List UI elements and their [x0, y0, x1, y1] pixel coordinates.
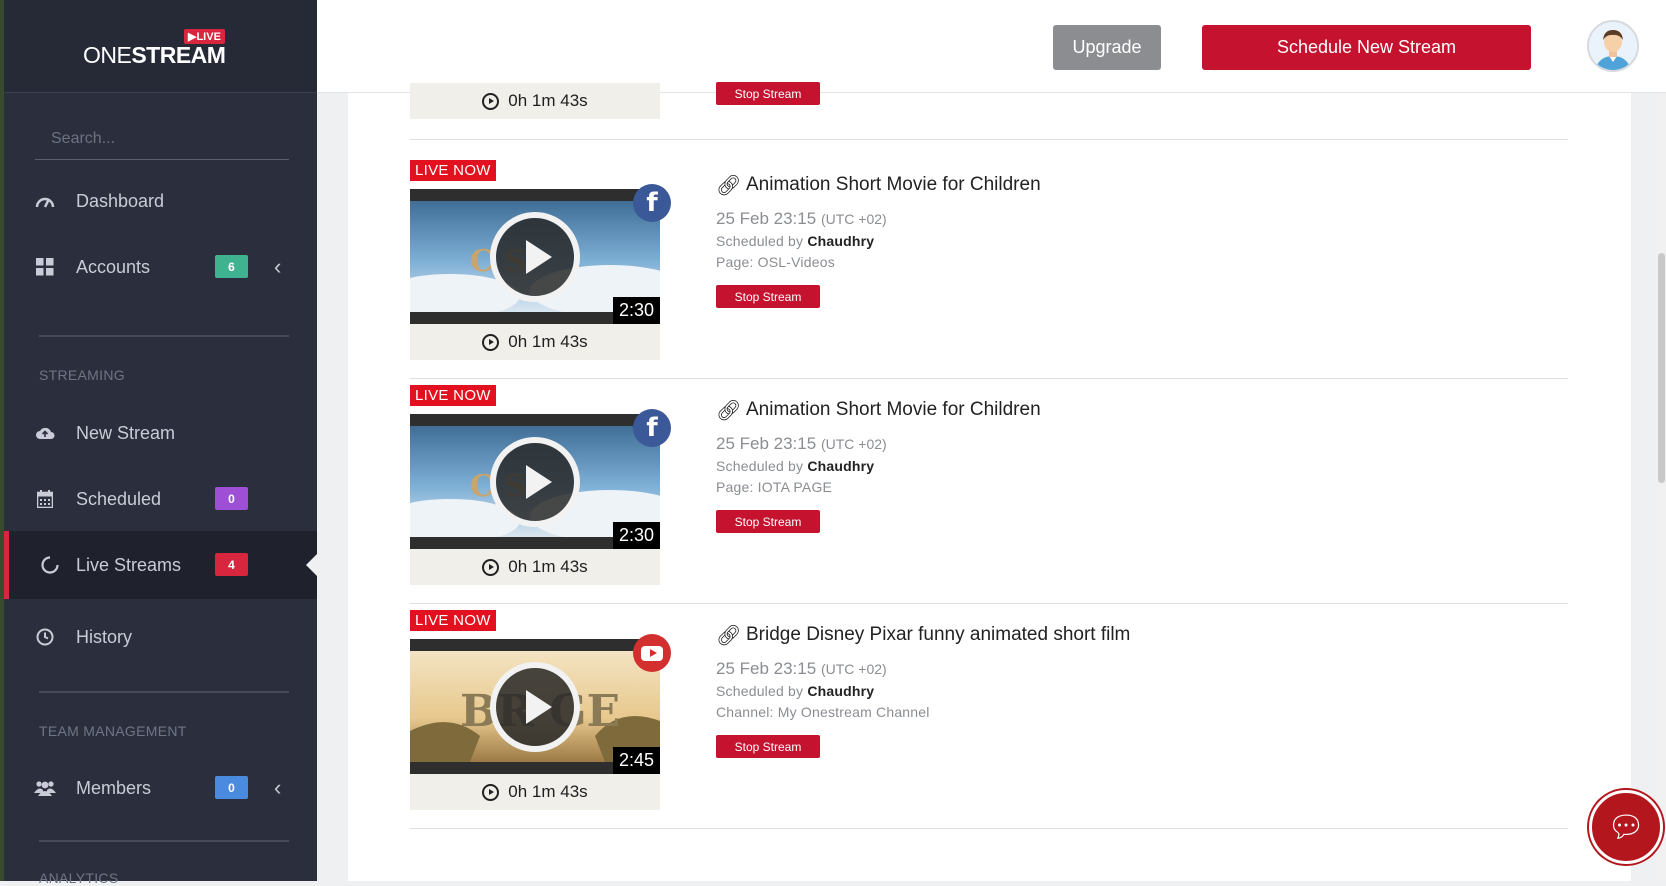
scheduled-by: Scheduled by Chaudhry — [716, 233, 875, 249]
grid-icon — [34, 256, 56, 278]
sidebar-divider — [39, 335, 289, 337]
sidebar-item-label: Dashboard — [76, 190, 165, 211]
scrollbar-thumb[interactable] — [1658, 253, 1665, 483]
play-button[interactable] — [490, 437, 580, 527]
facebook-icon: f — [633, 409, 671, 447]
stream-row: LIVE NOW BR GE 2:45 0h 1m 43s 🔗︎ — [410, 590, 1568, 829]
live-now-badge: LIVE NOW — [410, 160, 496, 181]
section-streaming: STREAMING — [39, 367, 125, 383]
stop-stream-button[interactable]: Stop Stream — [716, 82, 820, 105]
video-duration: 2:45 — [612, 747, 660, 774]
live-streams-count-badge: 4 — [215, 553, 248, 576]
stream-info: 🔗︎ Animation Short Movie for Children 25… — [716, 395, 1041, 533]
stream-row: LIVE NOW C S 2:30 f 0h 1m 43s — [410, 365, 1568, 604]
video-thumbnail[interactable]: C S 2:30 — [410, 189, 660, 324]
elapsed-time: 0h 1m 43s — [410, 549, 660, 585]
play-circle-icon — [482, 783, 500, 801]
sidebar-item-new-stream[interactable]: New Stream — [4, 399, 317, 467]
play-circle-icon — [482, 92, 500, 110]
stream-row: LIVE NOW C S 2:30 f 0h 1m 43s — [410, 140, 1568, 379]
elapsed-time: 0h 1m 43s — [410, 774, 660, 810]
live-streams-panel: 0h 1m 43s Stop Stream LIVE NOW C S 2:30 — [348, 82, 1631, 881]
sidebar-item-label: Scheduled — [76, 488, 162, 509]
video-duration: 2:30 — [612, 522, 660, 549]
sidebar-item-label: Members — [76, 777, 152, 798]
schedule-new-stream-button[interactable]: Schedule New Stream — [1202, 25, 1531, 70]
stream-title[interactable]: Animation Short Movie for Children — [746, 399, 1041, 421]
play-button[interactable] — [490, 662, 580, 752]
sidebar-item-history[interactable]: History — [4, 603, 317, 671]
stop-stream-button[interactable]: Stop Stream — [716, 510, 820, 533]
link-icon[interactable]: 🔗︎ — [716, 623, 746, 647]
chevron-left-icon[interactable]: ‹ — [274, 254, 281, 280]
destination-page: Page: OSL-Videos — [716, 254, 835, 270]
scheduled-by: Scheduled by Chaudhry — [716, 683, 875, 699]
link-icon[interactable]: 🔗︎ — [716, 398, 746, 422]
play-circle-icon — [482, 333, 500, 351]
sidebar-divider — [39, 840, 289, 842]
sidebar: ▶LIVE ONESTREAM Dashboard Accounts 6 ‹ S… — [0, 0, 318, 886]
sidebar-item-dashboard[interactable]: Dashboard — [4, 167, 317, 235]
search-box — [35, 118, 289, 160]
link-icon[interactable]: 🔗︎ — [716, 173, 746, 197]
destination-page: Page: IOTA PAGE — [716, 479, 833, 495]
facebook-icon: f — [633, 184, 671, 222]
scheduled-by: Scheduled by Chaudhry — [716, 458, 875, 474]
stream-title[interactable]: Animation Short Movie for Children — [746, 174, 1041, 196]
elapsed-time: 0h 1m 43s — [410, 83, 660, 119]
live-now-badge: LIVE NOW — [410, 385, 496, 406]
cloud-upload-icon — [34, 422, 56, 444]
chat-bubble-icon[interactable]: 💬︎ — [1589, 790, 1663, 864]
scheduled-count-badge: 0 — [215, 487, 248, 510]
top-bar: Upgrade Schedule New Stream — [317, 0, 1666, 93]
accounts-count-badge: 6 — [215, 255, 248, 278]
scrollbar[interactable] — [1657, 93, 1666, 881]
sidebar-item-accounts[interactable]: Accounts 6 ‹ — [4, 233, 317, 301]
stream-row: 0h 1m 43s Stop Stream — [410, 82, 1568, 140]
sidebar-item-label: History — [76, 626, 133, 647]
stream-date: 25 Feb 23:15 (UTC +02) — [716, 659, 887, 678]
search-input[interactable] — [35, 118, 289, 159]
live-now-badge: LIVE NOW — [410, 610, 496, 631]
video-thumbnail[interactable]: C S 2:30 — [410, 414, 660, 549]
stream-date: 25 Feb 23:15 (UTC +02) — [716, 434, 887, 453]
sidebar-divider — [39, 691, 289, 693]
stream-title[interactable]: Bridge Disney Pixar funny animated short… — [746, 624, 1130, 646]
sidebar-item-live-streams[interactable]: Live Streams 4 — [4, 531, 318, 599]
circle-notch-icon — [39, 554, 61, 576]
sidebar-item-label: Live Streams — [76, 554, 182, 575]
destination-channel: Channel: My Onestream Channel — [716, 704, 930, 720]
sidebar-item-members[interactable]: Members 0 ‹ — [4, 754, 317, 822]
avatar[interactable] — [1587, 20, 1639, 72]
video-duration: 2:30 — [612, 297, 660, 324]
sidebar-item-label: New Stream — [76, 422, 176, 443]
members-count-badge: 0 — [215, 776, 248, 799]
active-pointer — [306, 553, 318, 577]
elapsed-time: 0h 1m 43s — [410, 324, 660, 360]
stream-info: 🔗︎ Bridge Disney Pixar funny animated sh… — [716, 620, 1130, 758]
brand-name: ONESTREAM — [83, 42, 226, 68]
logo[interactable]: ▶LIVE ONESTREAM — [4, 0, 317, 93]
play-button[interactable] — [490, 212, 580, 302]
sidebar-item-scheduled[interactable]: Scheduled 0 — [4, 465, 317, 533]
youtube-icon — [633, 634, 671, 672]
calendar-icon — [34, 488, 56, 510]
video-thumbnail[interactable]: BR GE 2:45 — [410, 639, 660, 774]
clock-icon — [34, 626, 56, 648]
play-circle-icon — [482, 558, 500, 576]
chevron-left-icon[interactable]: ‹ — [274, 775, 281, 801]
gauge-icon — [34, 190, 56, 212]
stream-info: 🔗︎ Animation Short Movie for Children 25… — [716, 170, 1041, 308]
sidebar-item-label: Accounts — [76, 256, 151, 277]
users-icon — [34, 777, 56, 799]
section-team-management: TEAM MANAGEMENT — [39, 723, 187, 739]
stream-date: 25 Feb 23:15 (UTC +02) — [716, 209, 887, 228]
section-analytics: ANALYTICS — [39, 870, 119, 886]
stop-stream-button[interactable]: Stop Stream — [716, 735, 820, 758]
stop-stream-button[interactable]: Stop Stream — [716, 285, 820, 308]
upgrade-button[interactable]: Upgrade — [1053, 25, 1161, 70]
